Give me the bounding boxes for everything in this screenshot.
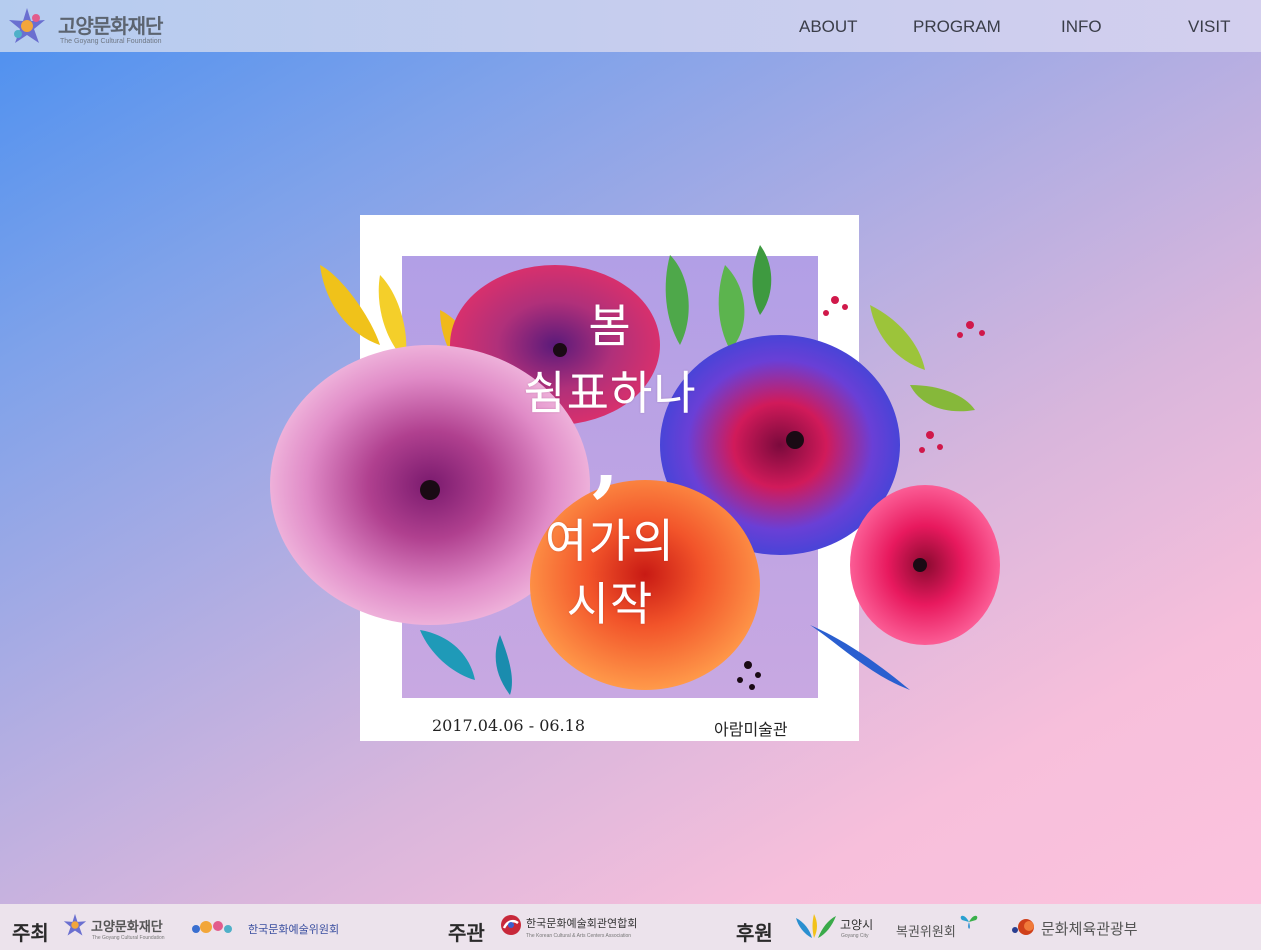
footer-kocaca-sub: The Korean Cultural & Arts Centers Assoc… [526,933,632,939]
nav-visit[interactable]: VISIT [1188,17,1231,37]
nav-info[interactable]: INFO [1061,17,1102,37]
footer-arts-council-name: 한국문화예술위원회 [248,923,340,936]
footer-arts-council-logo[interactable]: 한국문화예술위원회 [190,912,350,942]
poster-title-line-1: 봄 [588,299,632,353]
poster-venue: 아람미술관 [714,720,788,739]
logo-name: 고양문화재단 [58,14,163,38]
poster-title-line-4: 시작 [566,577,654,631]
footer-goyang-city-name: 고양시 [840,918,874,932]
footer-goyang-city-logo[interactable]: 고양시 Goyang City [794,912,884,942]
arts-council-icon [192,921,232,933]
poster-title-line-3: 여가의 [545,514,675,568]
poster-date: 2017.04.06 - 06.18 [432,716,585,735]
nav-program[interactable]: PROGRAM [913,17,1001,37]
logo-subtitle: The Goyang Cultural Foundation [60,38,162,45]
poster-title-line-2: 쉼표하나 [523,366,697,420]
footer-logo-name: 고양문화재단 [91,920,163,935]
nav-about[interactable]: ABOUT [799,17,858,37]
footer-goyang-city-sub: Goyang City [841,933,869,939]
sponsor-label: 후원 [736,921,773,945]
kocaca-icon [501,915,521,935]
foundation-star-icon [9,8,45,43]
goyang-city-icon [796,914,836,938]
organizer-label: 주관 [448,921,485,945]
footer-kocaca-name: 한국문화예술회관연합회 [526,917,638,930]
footer-lottery-commission-logo[interactable]: 복권위원회 [896,912,986,942]
footer-lottery-name: 복권위원회 [896,925,956,940]
footer-mcst-logo[interactable]: 문화체육관광부 [1010,912,1150,942]
poster-comma: , [592,415,620,506]
footer-goyang-foundation-logo[interactable]: 고양문화재단 The Goyang Cultural Foundation [62,912,177,942]
footer-mcst-name: 문화체육관광부 [1041,920,1138,938]
goyang-foundation-logo[interactable]: 고양문화재단 The Goyang Cultural Foundation [6,5,186,47]
footer-logo-sub: The Goyang Cultural Foundation [92,935,165,941]
lottery-clover-icon [960,915,978,929]
foundation-star-icon [63,913,87,936]
sponsor-footer: 주최 고양문화재단 The Goyang Cultural Foundation… [0,904,1261,950]
mcst-icon [1012,919,1034,935]
host-label: 주최 [12,921,49,945]
footer-kocaca-logo[interactable]: 한국문화예술회관연합회 The Korean Cultural & Arts C… [500,912,650,942]
